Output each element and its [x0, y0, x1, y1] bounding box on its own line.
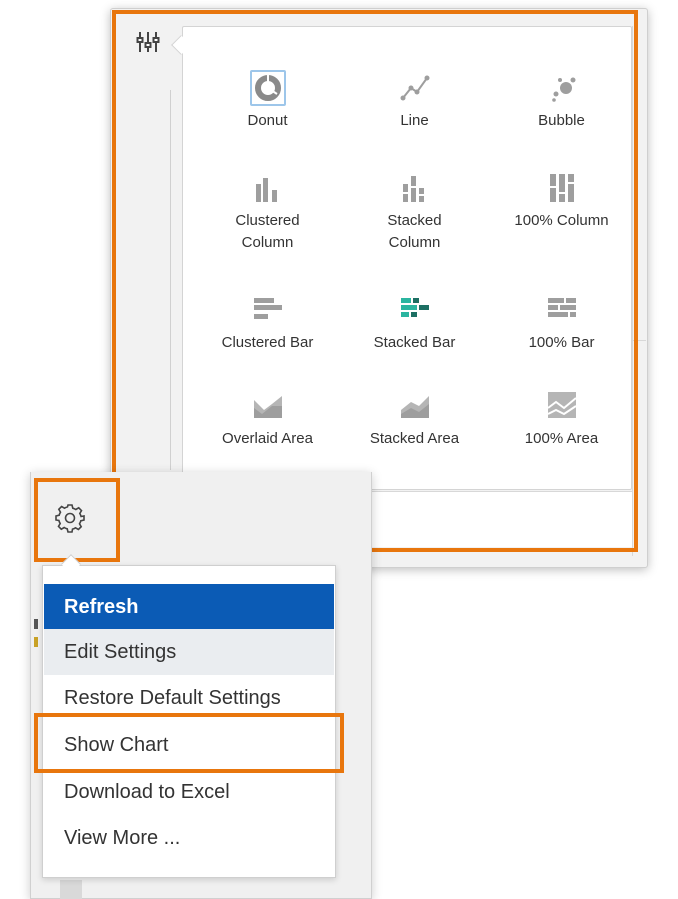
chart-option-line[interactable]: Line: [341, 70, 488, 132]
sliders-icon[interactable]: [136, 30, 162, 56]
line-chart-icon: [397, 70, 433, 106]
clustered-bar-icon: [250, 292, 286, 328]
chart-option-label: Bubble: [538, 112, 585, 129]
stacked-bar-icon: [397, 292, 433, 328]
menu-item-view-more[interactable]: View More ...: [44, 815, 334, 861]
settings-gear-button[interactable]: [38, 480, 116, 558]
chart-option-label: Stacked Area: [369, 430, 460, 447]
chart-option-stacked-area[interactable]: Stacked Area: [341, 388, 488, 450]
chart-type-grid: Donut Line Bubble Clustered Column Stack…: [194, 70, 634, 470]
chart-option-bubble[interactable]: Bubble: [488, 70, 635, 132]
overlaid-area-icon: [250, 388, 286, 424]
percent-area-icon: [544, 388, 580, 424]
menu-item-show-chart[interactable]: Show Chart: [44, 722, 334, 768]
chart-option-stacked-column[interactable]: Stacked Column: [341, 170, 488, 254]
chart-option-label: Stacked Column: [387, 212, 442, 251]
menu-item-restore-default-settings[interactable]: Restore Default Settings: [44, 675, 334, 721]
chart-option-label: Clustered Column: [235, 212, 300, 251]
chart-option-clustered-bar[interactable]: Clustered Bar: [194, 292, 341, 354]
menu-item-download-to-excel[interactable]: Download to Excel: [44, 769, 334, 815]
bubble-chart-icon: [544, 70, 580, 106]
chart-option-overlaid-area[interactable]: Overlaid Area: [194, 388, 341, 450]
scroll-strip: [60, 880, 82, 899]
clustered-column-icon: [250, 170, 286, 206]
chart-option-label: Stacked Bar: [373, 334, 456, 351]
background-fragment: [34, 615, 40, 655]
panel-divider: [170, 90, 171, 470]
chart-option-label: Overlaid Area: [222, 430, 313, 447]
percent-column-icon: [544, 170, 580, 206]
menu-item-edit-settings[interactable]: Edit Settings: [44, 629, 334, 675]
chart-option-100-column[interactable]: 100% Column: [488, 170, 635, 232]
chart-option-100-area[interactable]: 100% Area: [488, 388, 635, 450]
stacked-column-icon: [397, 170, 433, 206]
chart-option-label: 100% Area: [524, 430, 599, 447]
percent-bar-icon: [544, 292, 580, 328]
chart-option-label: Donut: [247, 112, 288, 129]
chart-option-100-bar[interactable]: 100% Bar: [488, 292, 635, 354]
chart-option-label: Line: [400, 112, 429, 129]
chart-option-donut[interactable]: Donut: [194, 70, 341, 132]
chart-option-label: Clustered Bar: [221, 334, 314, 351]
gear-icon: [55, 504, 85, 533]
stacked-area-icon: [397, 388, 433, 424]
donut-chart-icon: [249, 70, 286, 106]
settings-menu: Refresh Edit Settings Restore Default Se…: [42, 565, 336, 878]
chart-option-stacked-bar[interactable]: Stacked Bar: [341, 292, 488, 354]
menu-item-refresh[interactable]: Refresh: [44, 584, 334, 630]
chart-option-clustered-column[interactable]: Clustered Column: [194, 170, 341, 254]
chart-option-label: 100% Column: [514, 212, 609, 229]
chart-option-label: 100% Bar: [528, 334, 595, 351]
